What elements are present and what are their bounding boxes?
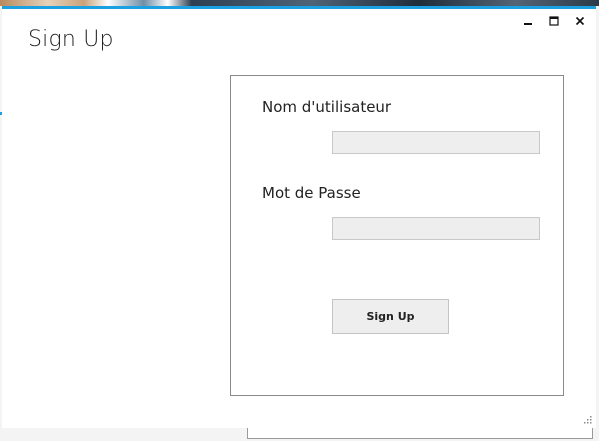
close-button[interactable] — [572, 13, 588, 29]
password-input[interactable] — [332, 217, 540, 240]
signup-form-group: Nom d'utilisateur Mot de Passe Sign Up — [230, 75, 564, 396]
screen: Sign Up Nom d'utilisateur Mot de Passe S… — [0, 0, 599, 441]
window-title: Sign Up — [28, 27, 114, 52]
username-label: Nom d'utilisateur — [262, 98, 392, 116]
resize-grip-icon[interactable] — [582, 414, 592, 424]
username-input[interactable] — [332, 131, 540, 154]
maximize-button[interactable] — [546, 13, 562, 29]
minimize-icon — [524, 23, 532, 25]
signup-window: Sign Up Nom d'utilisateur Mot de Passe S… — [2, 6, 596, 428]
maximize-icon — [549, 16, 559, 26]
password-label: Mot de Passe — [262, 184, 361, 202]
window-controls — [520, 13, 588, 29]
signup-button[interactable]: Sign Up — [332, 299, 449, 334]
close-icon — [575, 16, 585, 26]
minimize-button[interactable] — [520, 13, 536, 29]
